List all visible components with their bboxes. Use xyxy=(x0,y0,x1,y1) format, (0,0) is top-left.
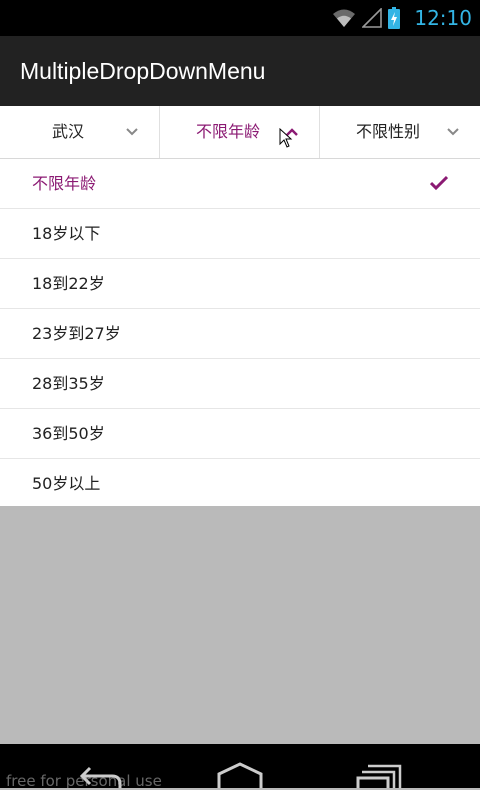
list-item[interactable]: 36到50岁 xyxy=(0,409,480,459)
list-item-label: 不限年龄 xyxy=(32,174,97,193)
chevron-down-icon xyxy=(126,128,138,136)
list-item[interactable]: 50岁以上 xyxy=(0,459,480,506)
list-item-label: 50岁以上 xyxy=(32,474,101,493)
filter-tab-age[interactable]: 不限年龄 xyxy=(160,106,320,158)
home-icon[interactable] xyxy=(216,762,264,788)
list-item[interactable]: 23岁到27岁 xyxy=(0,309,480,359)
recent-apps-icon[interactable] xyxy=(356,762,404,788)
filter-bar: 武汉 不限年龄 不限性别 xyxy=(0,106,480,159)
filter-tab-gender[interactable]: 不限性别 xyxy=(320,106,480,158)
list-item-label: 18岁以下 xyxy=(32,224,101,243)
filter-tab-city-label: 武汉 xyxy=(51,122,84,141)
watermark-text: free for personal use xyxy=(6,772,162,790)
checkmark-icon xyxy=(430,175,448,191)
list-item-label: 36到50岁 xyxy=(32,424,105,443)
action-bar: MultipleDropDownMenu xyxy=(0,36,480,106)
filter-tab-city[interactable]: 武汉 xyxy=(0,106,160,158)
filter-tab-gender-label: 不限性别 xyxy=(355,122,420,141)
wifi-icon xyxy=(333,9,356,27)
battery-icon xyxy=(388,7,401,29)
list-item[interactable]: 28到35岁 xyxy=(0,359,480,409)
list-item-label: 28到35岁 xyxy=(32,374,105,393)
list-item[interactable]: 18岁以下 xyxy=(0,209,480,259)
list-item-label: 23岁到27岁 xyxy=(32,324,121,343)
list-item-label: 18到22岁 xyxy=(32,274,105,293)
filter-tab-age-label: 不限年龄 xyxy=(195,122,260,141)
age-dropdown-list: 不限年龄 18岁以下 18到22岁 23岁到27岁 28到35岁 36到50岁 … xyxy=(0,159,480,506)
chevron-down-icon xyxy=(447,128,459,136)
mouse-cursor-icon xyxy=(279,128,293,148)
app-title: MultipleDropDownMenu xyxy=(20,58,266,84)
signal-icon xyxy=(362,8,383,28)
status-bar: 12:10 xyxy=(0,0,480,36)
list-item[interactable]: 不限年龄 xyxy=(0,159,480,209)
status-icons: 12:10 xyxy=(332,0,472,36)
status-clock: 12:10 xyxy=(414,6,472,30)
list-item[interactable]: 18到22岁 xyxy=(0,259,480,309)
